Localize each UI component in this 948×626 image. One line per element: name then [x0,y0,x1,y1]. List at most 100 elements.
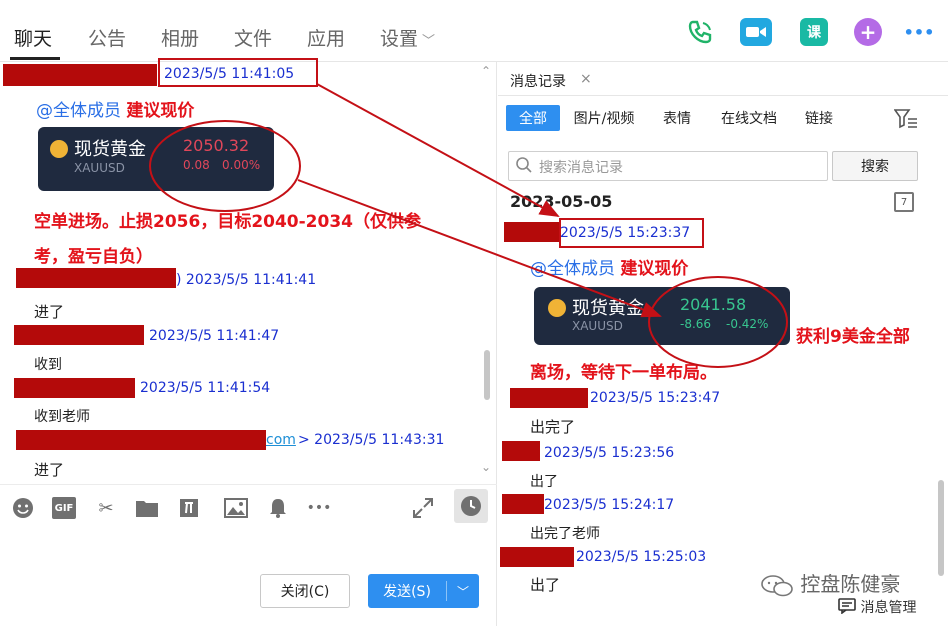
mention-all[interactable]: @全体成员 [530,259,615,279]
calendar-icon[interactable]: 7 [894,192,914,212]
redacted-sender-name [510,388,588,408]
quote-price: 2050.32 [183,136,250,155]
message-text: 收到老师 [34,409,90,425]
quote-change: 0.08 [183,158,210,172]
chat-scrollbar[interactable] [484,350,490,400]
divider [498,95,948,96]
folder-icon[interactable] [135,497,159,519]
history-clock-icon[interactable] [454,489,488,523]
filter-docs[interactable]: 在线文档 [714,105,784,131]
quote-card[interactable]: 现货黄金 XAUUSD 2041.58 -8.66 -0.42% [534,287,790,345]
chat-message-list[interactable]: 2023/5/5 11:41:05 @全体成员 建议现价 ⌃ 现货黄金 XAUU… [0,62,497,480]
scroll-down-icon[interactable]: ⌄ [481,460,491,474]
input-toolbar: GIF ✂ ••• [0,484,497,530]
message-timestamp: 2023/5/5 11:41:05 [164,66,295,82]
message-timestamp: 2023/5/5 11:41:54 [140,380,271,396]
message-text: 出了 [530,576,561,594]
send-button[interactable]: 发送(S) ﹀ [368,574,479,608]
annotation-line: 获利9美金全部 [796,327,910,347]
quote-percent: 0.00% [222,158,261,172]
message-text: 出了 [530,474,558,490]
quote-percent: -0.42% [726,317,769,331]
tab-notice[interactable]: 公告 [88,24,126,51]
redacted-sender-name [500,547,574,567]
send-options-chevron-icon[interactable]: ﹀ [447,583,479,600]
annotation-line: 离场，等待下一单布局。 [530,363,717,383]
message-text: 出完了老师 [530,526,600,542]
quote-code: XAUUSD [74,161,125,175]
message-timestamp: 2023/5/5 15:24:17 [544,497,675,513]
filter-settings-icon[interactable] [893,108,918,130]
gold-coin-icon [548,299,566,317]
image-icon[interactable] [224,497,248,519]
video-call-icon[interactable] [740,18,772,46]
top-tab-bar: 聊天 公告 相册 文件 应用 设置 ﹀ 课 + ••• [0,0,948,62]
watermark-text: 控盘陈健豪 [800,572,901,596]
filter-all[interactable]: 全部 [506,105,560,131]
quote-change: -8.66 [680,317,712,331]
more-icon[interactable]: ••• [904,18,935,46]
bell-icon[interactable] [268,497,288,519]
expand-icon[interactable] [412,497,434,519]
scissors-icon[interactable]: ✂ [94,497,118,519]
quote-name: 现货黄金 [572,298,644,319]
redacted-sender-name [16,430,266,450]
message-timestamp: 2023/5/5 15:23:56 [544,445,675,461]
tab-album[interactable]: 相册 [161,24,199,51]
redacted-sender-name [502,441,540,461]
filter-links[interactable]: 链接 [798,105,840,131]
sender-link[interactable]: com [266,432,296,448]
quote-card[interactable]: 现货黄金 XAUUSD 2050.32 0.08 0.00% [38,127,274,191]
quote-price: 2041.58 [680,295,747,314]
more-tools-icon[interactable]: ••• [304,497,334,519]
message-timestamp: 2023/5/5 11:41:47 [149,328,280,344]
chevron-down-icon: ﹀ [422,34,436,49]
add-app-icon[interactable]: + [854,18,882,46]
filter-stickers[interactable]: 表情 [656,105,698,131]
history-tab-title[interactable]: 消息记录 [510,71,566,91]
message-timestamp: 2023/5/5 15:23:37 [560,225,691,241]
search-placeholder: 搜索消息记录 [539,160,623,176]
close-button[interactable]: 关闭(C) [260,574,350,608]
quote-code: XAUUSD [572,319,623,333]
message-timestamp: 2023/5/5 15:23:47 [590,390,721,406]
history-search-input[interactable]: 搜索消息记录 [508,151,828,181]
app-window: 聊天 公告 相册 文件 应用 设置 ﹀ 课 + ••• 2023/5/5 11:4… [0,0,948,626]
date-header: 2023-05-05 [510,192,613,211]
watermark: 控盘陈健豪 [760,568,900,598]
message-timestamp: > 2023/5/5 11:43:31 [298,432,445,448]
redacted-sender-name [16,268,176,288]
message-text: 出完了 [530,418,576,436]
message-history-pane: 消息记录 × 全部 图片/视频 表情 在线文档 链接 搜索消息记录 搜索 202… [498,62,948,626]
message-timestamp: ) 2023/5/5 11:41:41 [176,272,317,288]
gold-coin-icon [50,140,68,158]
redacted-sender-name [14,325,144,345]
history-scrollbar[interactable] [938,480,944,576]
tab-chat[interactable]: 聊天 [14,24,52,51]
mention-all[interactable]: @全体成员 [36,101,121,121]
emoji-icon[interactable] [12,497,34,519]
voice-call-icon[interactable] [686,18,714,46]
annotation-line: 考，盈亏自负） [34,247,153,267]
tab-settings[interactable]: 设置 ﹀ [380,24,435,51]
annotation-line: 空单进场。止损2056，目标2040-2034（仅供参 [34,212,421,232]
search-button[interactable]: 搜索 [832,151,918,181]
filter-media[interactable]: 图片/视频 [568,105,640,131]
search-icon [515,156,533,178]
tab-files[interactable]: 文件 [234,24,272,51]
gif-icon[interactable]: GIF [52,497,76,519]
redacted-sender-name [14,378,135,398]
message-timestamp: 2023/5/5 15:25:03 [576,549,707,565]
scroll-up-icon[interactable]: ⌃ [481,64,491,78]
message-manage-button[interactable]: 消息管理 [838,597,916,617]
tab-apps[interactable]: 应用 [307,24,345,51]
message-text: 进了 [34,461,65,479]
redacted-sender-name [504,222,560,242]
message-manage-icon [838,598,856,615]
document-icon[interactable] [178,497,200,519]
message-text: @全体成员 建议现价 [36,96,194,121]
quote-name: 现货黄金 [74,139,146,160]
close-icon[interactable]: × [580,71,592,87]
course-icon[interactable]: 课 [800,18,828,46]
send-button-label: 发送(S) [383,584,431,600]
